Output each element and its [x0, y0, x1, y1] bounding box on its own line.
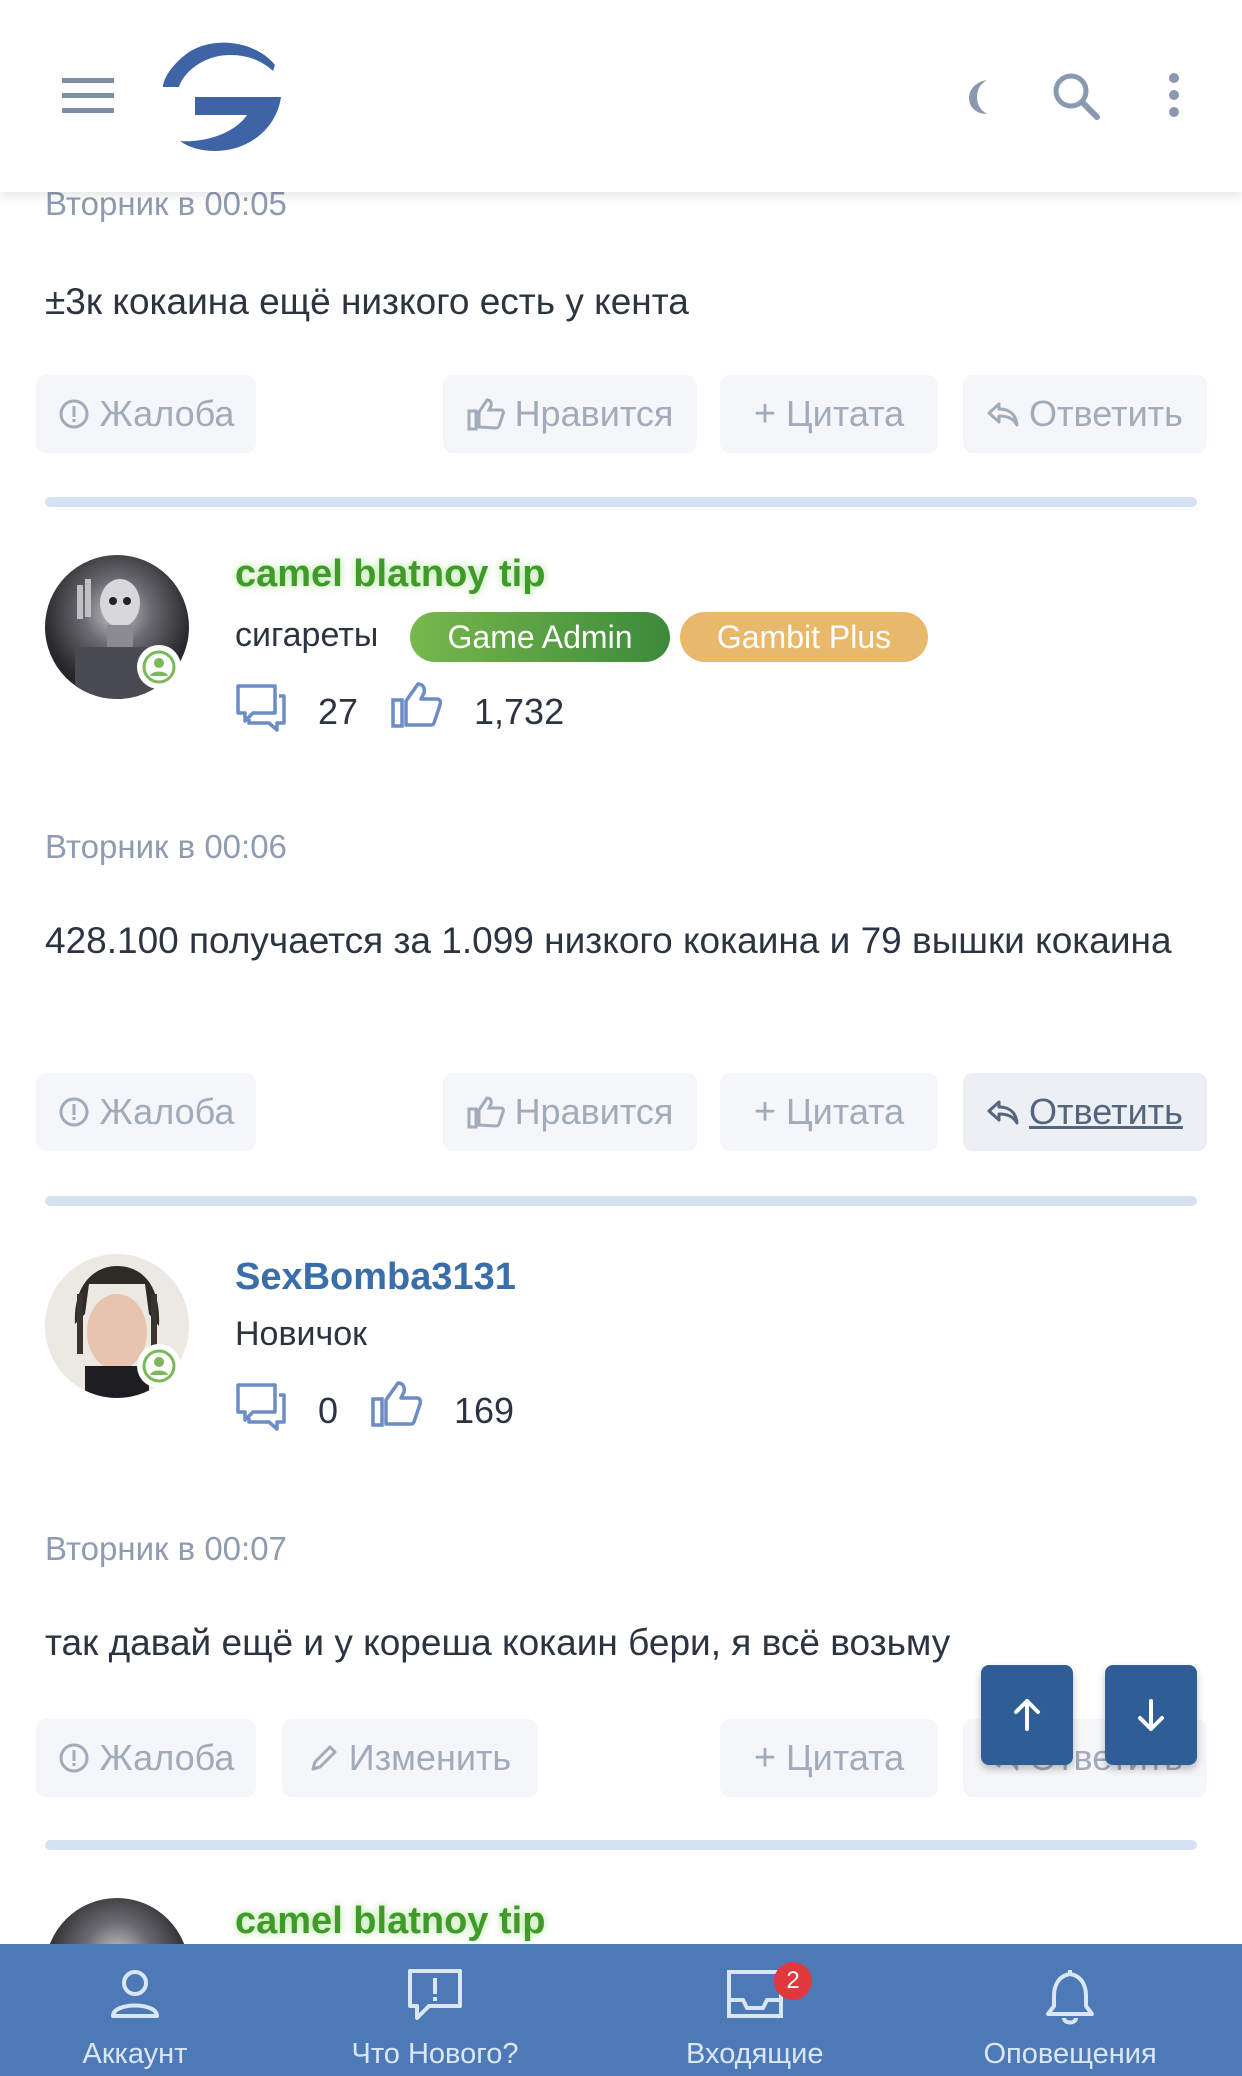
- top-bar: [0, 0, 1242, 192]
- online-status: [137, 645, 181, 689]
- message-count: 0: [318, 1390, 339, 1431]
- nav-whats-new[interactable]: Что Нового?: [330, 1944, 540, 2076]
- pencil-icon: [311, 1745, 337, 1771]
- like-label: Нравится: [514, 1091, 674, 1132]
- reply-label: Ответить: [1029, 1091, 1183, 1132]
- post-date: Вторник в 00:06: [45, 828, 287, 865]
- quote-button[interactable]: + Цитата: [720, 1073, 938, 1151]
- plus-icon: +: [753, 1090, 777, 1133]
- nav-notifications[interactable]: Оповещения: [960, 1944, 1180, 2076]
- user-title: сигареты: [235, 616, 379, 654]
- post-message: ±3к кокаина ещё низкого есть у кента: [45, 281, 689, 322]
- search-icon: [1053, 73, 1100, 120]
- thumbs-up-icon: [467, 1096, 505, 1129]
- nav-label: Входящие: [686, 2038, 824, 2070]
- like-button[interactable]: Нравится: [443, 1073, 697, 1151]
- user-title: Новичок: [235, 1315, 368, 1353]
- report-label: Жалоба: [99, 393, 235, 434]
- report-icon: [59, 1097, 89, 1127]
- report-label: Жалоба: [99, 1091, 235, 1132]
- user-icon: [111, 1970, 159, 2018]
- likes-count: 1,732: [474, 691, 565, 732]
- user-badge: Gambit Plus: [680, 612, 928, 662]
- reply-icon: [987, 1100, 1019, 1125]
- likes-icon: [391, 682, 442, 728]
- post: Вторник в 00:05 ±3к кокаина ещё низкого …: [0, 180, 1242, 510]
- reply-button[interactable]: Ответить: [963, 375, 1207, 453]
- more-vertical-icon: [1169, 73, 1179, 117]
- likes-icon: [371, 1381, 422, 1427]
- avatar[interactable]: [45, 1898, 189, 1944]
- hamburger-icon: [62, 78, 114, 113]
- edit-button[interactable]: Изменить: [282, 1719, 538, 1797]
- username[interactable]: SexBomba3131: [235, 1256, 516, 1299]
- nav-label: Что Нового?: [351, 2038, 519, 2070]
- messages-icon: [236, 684, 286, 732]
- nav-label: Оповещения: [983, 2038, 1157, 2070]
- online-status: [137, 1344, 181, 1388]
- quote-button[interactable]: + Цитата: [720, 1719, 938, 1797]
- site-logo[interactable]: [155, 35, 285, 155]
- report-button[interactable]: Жалоба: [36, 1073, 256, 1151]
- post-message: так давай ещё и у кореша кокаин бери, я …: [45, 1622, 951, 1663]
- scroll-down-button[interactable]: [1105, 1665, 1197, 1765]
- report-button[interactable]: Жалоба: [36, 1719, 256, 1797]
- menu-button[interactable]: [58, 70, 118, 120]
- user-badge: Game Admin: [410, 612, 670, 662]
- report-icon: [59, 1743, 89, 1773]
- message-count: 27: [318, 691, 359, 732]
- post-separator: [45, 1840, 1197, 1850]
- quote-label: Цитата: [786, 1091, 905, 1132]
- post-separator: [45, 1196, 1197, 1206]
- thumbs-up-icon: [467, 398, 505, 431]
- inbox-count-badge: 2: [774, 1962, 812, 2000]
- report-button[interactable]: Жалоба: [36, 375, 256, 453]
- quote-label: Цитата: [786, 393, 905, 434]
- arrow-up-icon: [1014, 1699, 1040, 1731]
- messages-icon: [236, 1383, 286, 1431]
- post-message: 428.100 получается за 1.099 низкого кока…: [45, 920, 1172, 961]
- bell-icon: [1046, 1970, 1094, 2025]
- post: camel blatnoy tip сигареты Game Admin Ga…: [0, 513, 1242, 1208]
- reply-label: Ответить: [1029, 393, 1183, 434]
- post-separator: [45, 497, 1197, 507]
- plus-icon: +: [753, 392, 777, 435]
- plus-icon: +: [753, 1736, 777, 1779]
- username[interactable]: camel blatnoy tip: [235, 1900, 545, 1943]
- nav-inbox[interactable]: Входящие: [650, 1944, 860, 2076]
- nav-account[interactable]: Аккаунт: [40, 1944, 230, 2076]
- edit-label: Изменить: [348, 1737, 512, 1778]
- username[interactable]: camel blatnoy tip: [235, 553, 545, 596]
- post-date: Вторник в 00:07: [45, 1530, 287, 1567]
- report-label: Жалоба: [99, 1737, 235, 1778]
- search-button[interactable]: [1048, 68, 1104, 124]
- report-icon: [59, 399, 89, 429]
- quote-button[interactable]: + Цитата: [720, 375, 938, 453]
- online-user-icon: [142, 1349, 176, 1383]
- bottom-navigation: Аккаунт Что Нового? Входящие 2 Оповещени…: [0, 1944, 1242, 2076]
- post: camel blatnoy tip: [0, 1856, 1242, 1944]
- nav-label: Аккаунт: [82, 2038, 188, 2070]
- theme-toggle-button[interactable]: [955, 72, 1005, 122]
- reply-icon: [987, 402, 1019, 427]
- like-button[interactable]: Нравится: [443, 375, 697, 453]
- scroll-up-button[interactable]: [981, 1665, 1073, 1765]
- quote-label: Цитата: [786, 1737, 905, 1778]
- reply-button[interactable]: Ответить: [963, 1073, 1207, 1151]
- online-user-icon: [142, 650, 176, 684]
- moon-icon: [969, 80, 987, 114]
- inbox-count: 2: [786, 1967, 800, 1994]
- like-label: Нравится: [514, 393, 674, 434]
- more-button[interactable]: [1160, 70, 1188, 120]
- whats-new-icon: [408, 1969, 462, 2020]
- arrow-down-icon: [1138, 1699, 1164, 1731]
- likes-count: 169: [454, 1390, 515, 1431]
